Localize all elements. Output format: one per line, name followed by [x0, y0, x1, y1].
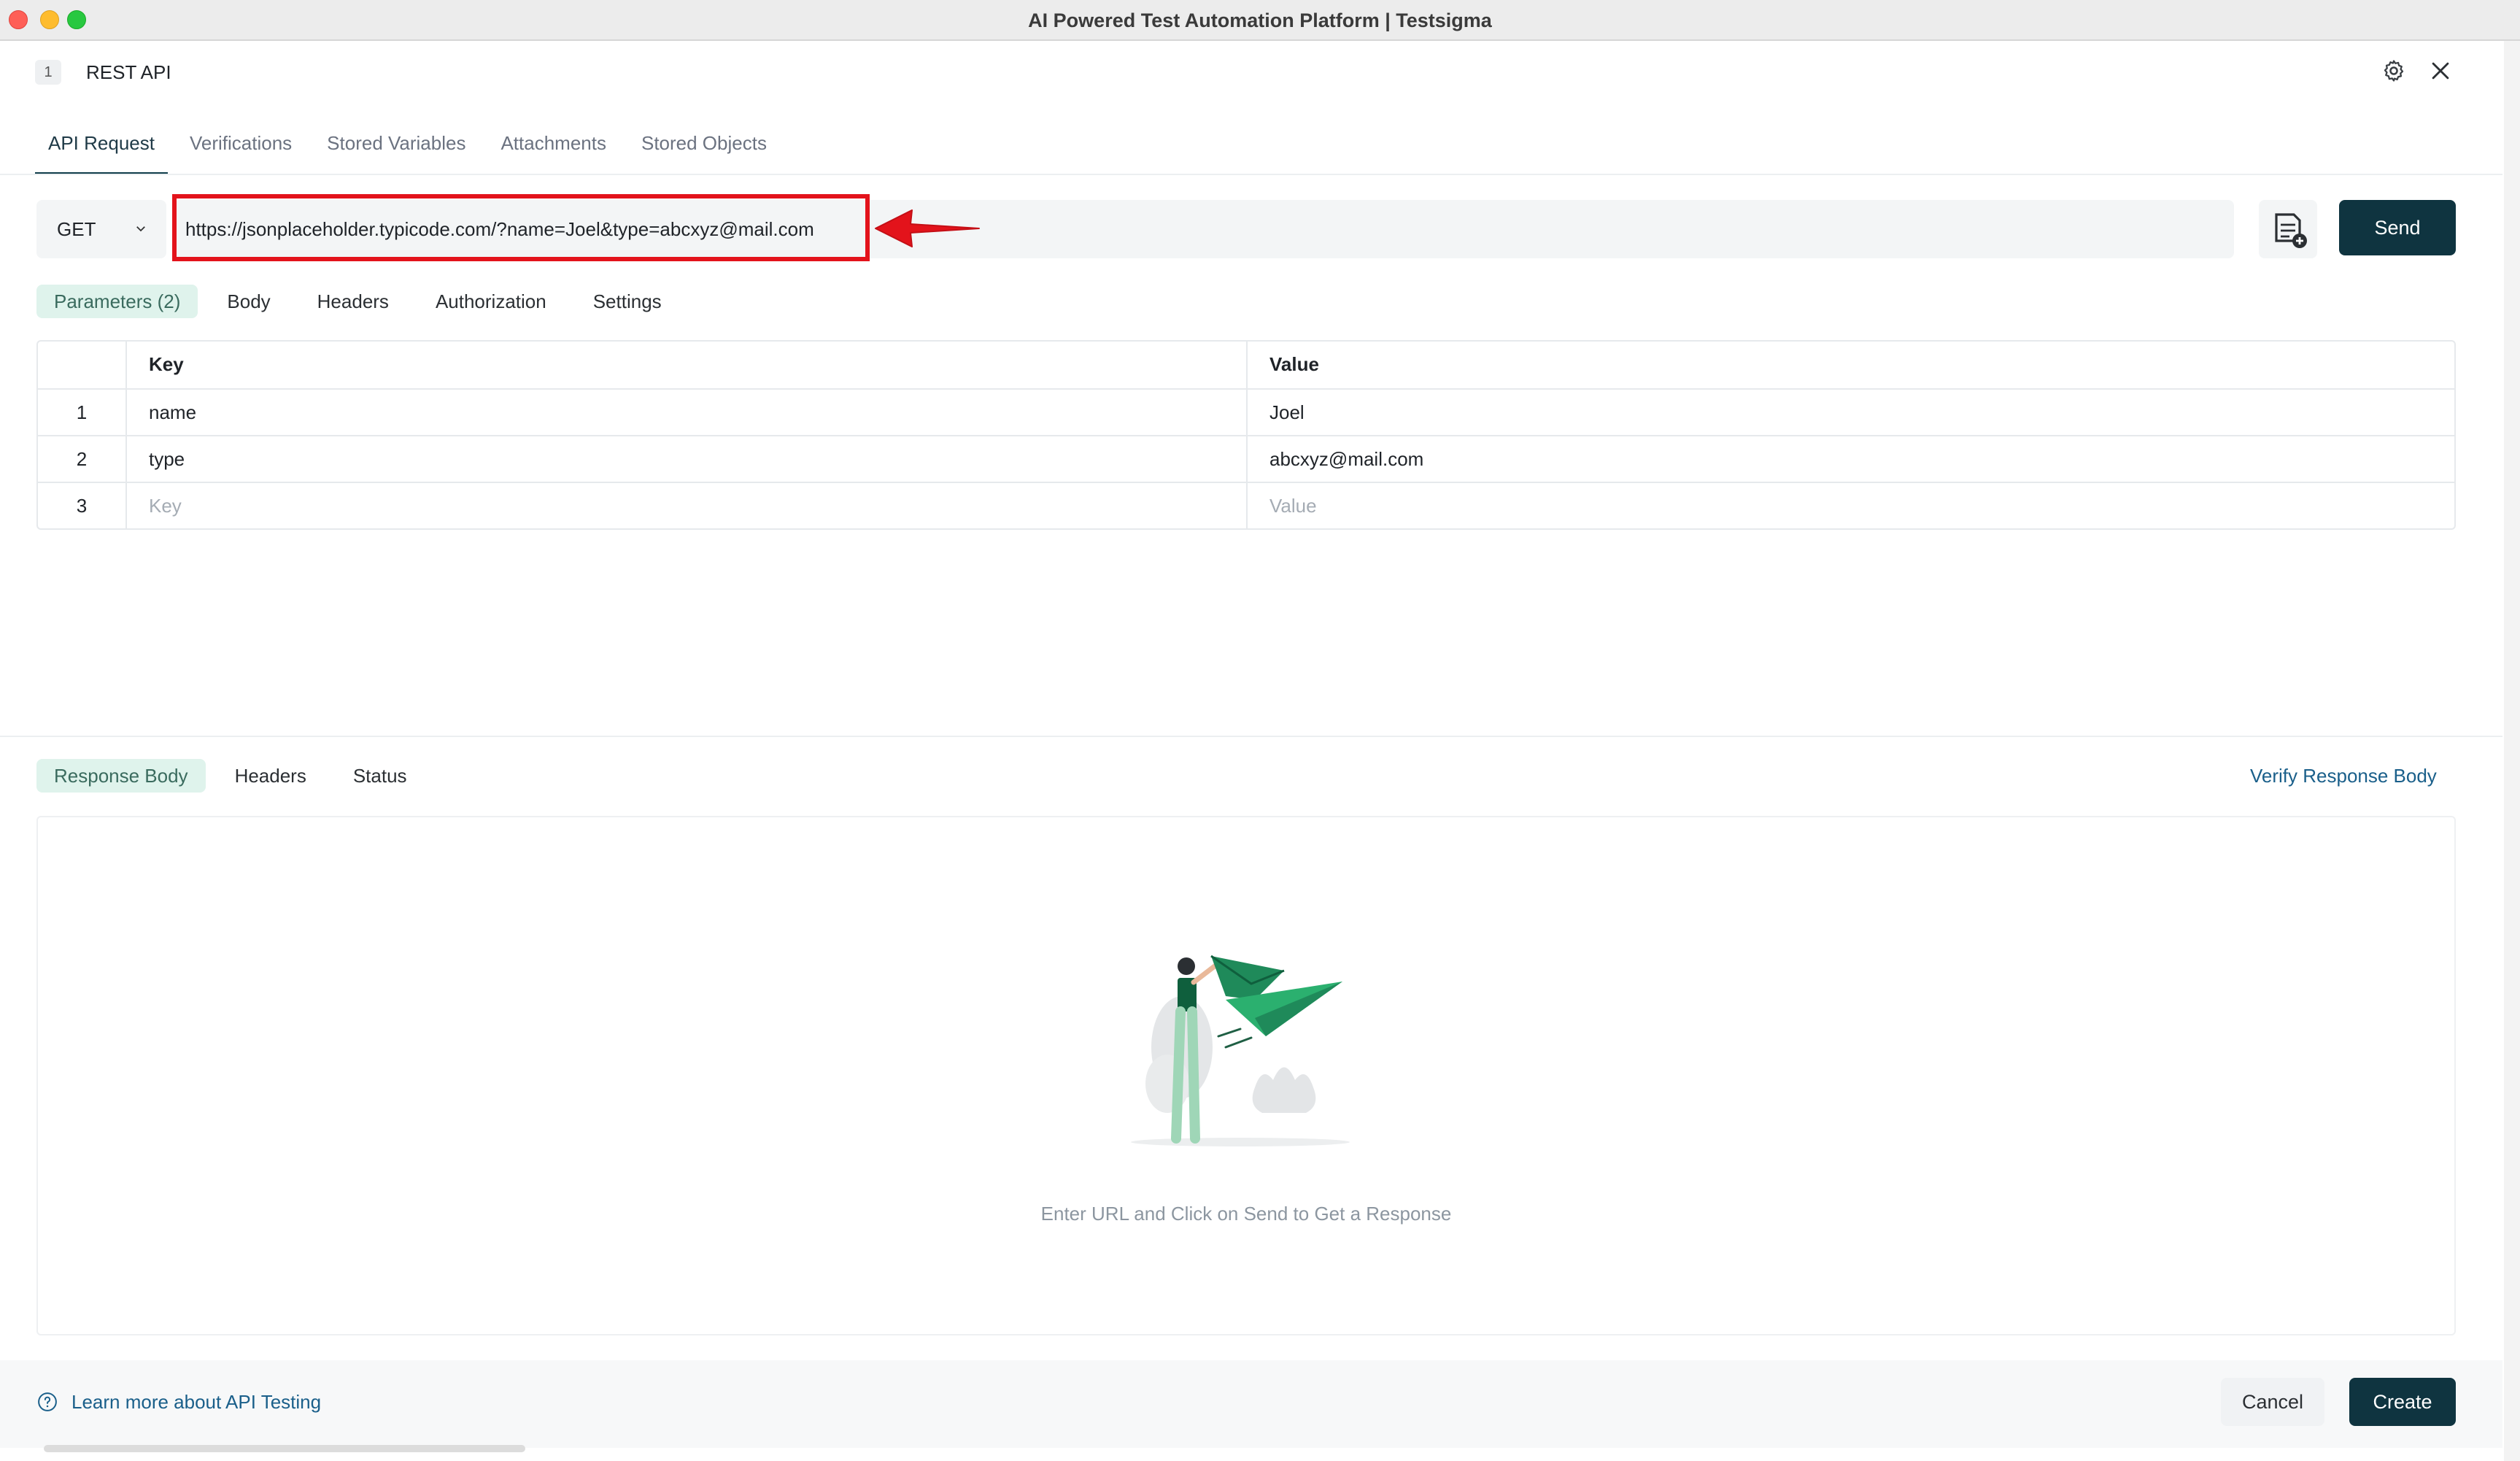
row-index: 2 [38, 436, 127, 482]
tab-body[interactable]: Body [209, 285, 287, 318]
response-tabs: Response Body Headers Status [36, 759, 436, 793]
send-button[interactable]: Send [2339, 200, 2456, 255]
tab-stored-variables[interactable]: Stored Variables [314, 123, 479, 175]
url-highlight-annotation [172, 194, 870, 261]
tab-response-body[interactable]: Response Body [36, 759, 206, 793]
key-header: Key [127, 342, 1248, 388]
step-number-badge: 1 [35, 60, 61, 85]
help-circle-icon [38, 1392, 57, 1411]
horizontal-scrollbar[interactable] [44, 1445, 525, 1452]
value-cell[interactable]: Joel [1248, 390, 2454, 435]
key-cell[interactable]: type [127, 436, 1248, 482]
table-header-row: Key Value [38, 342, 2454, 388]
value-header: Value [1269, 353, 1319, 375]
tab-authorization[interactable]: Authorization [418, 285, 564, 318]
send-mail-illustration [1109, 920, 1372, 1153]
method-value: GET [57, 218, 96, 240]
tab-api-request[interactable]: API Request [35, 123, 168, 175]
cancel-button[interactable]: Cancel [2221, 1378, 2324, 1426]
window-title: AI Powered Test Automation Platform | Te… [1028, 9, 1492, 31]
row-index: 1 [38, 390, 127, 435]
close-icon[interactable] [2428, 58, 2453, 83]
dialog-footer [0, 1360, 2502, 1448]
tab-verifications[interactable]: Verifications [177, 123, 305, 175]
step-title: REST API [86, 61, 171, 83]
main-tabs: API Request Verifications Stored Variabl… [35, 123, 789, 175]
row-index: 3 [38, 483, 127, 528]
value-cell[interactable]: abcxyz@mail.com [1248, 436, 2454, 482]
table-row: 2 type abcxyz@mail.com [38, 435, 2454, 482]
gear-icon[interactable] [2381, 58, 2406, 83]
save-request-button[interactable] [2259, 200, 2317, 258]
document-add-icon [2275, 213, 2307, 248]
key-input[interactable]: Key [127, 483, 1248, 528]
index-header [38, 342, 127, 388]
tab-response-headers[interactable]: Headers [217, 759, 324, 793]
parameters-table: Key Value 1 name Joel 2 type abcxyz@mail… [36, 340, 2456, 530]
table-row-empty: 3 Key Value [38, 482, 2454, 528]
tab-headers[interactable]: Headers [300, 285, 406, 318]
key-cell[interactable]: name [127, 390, 1248, 435]
method-select[interactable]: GET [36, 200, 166, 258]
request-tabs: Parameters (2) Body Headers Authorizatio… [36, 285, 691, 318]
arrow-left-annotation-icon [875, 209, 980, 247]
verify-response-body-link[interactable]: Verify Response Body [2250, 759, 2437, 793]
vertical-scrollbar-track[interactable] [2504, 41, 2520, 1461]
value-input[interactable]: Value [1248, 483, 2454, 528]
create-button[interactable]: Create [2349, 1378, 2456, 1426]
tab-parameters[interactable]: Parameters (2) [36, 285, 198, 318]
learn-more-link[interactable]: Learn more about API Testing [71, 1388, 321, 1416]
table-row: 1 name Joel [38, 388, 2454, 435]
tabs-divider [0, 174, 2502, 175]
chevron-down-icon [136, 226, 145, 232]
tab-response-status[interactable]: Status [336, 759, 425, 793]
section-divider [0, 736, 2502, 737]
tab-settings[interactable]: Settings [576, 285, 679, 318]
empty-response-message: Enter URL and Click on Send to Get a Res… [1040, 1203, 1452, 1225]
tab-stored-objects[interactable]: Stored Objects [628, 123, 780, 175]
tab-attachments[interactable]: Attachments [487, 123, 619, 175]
